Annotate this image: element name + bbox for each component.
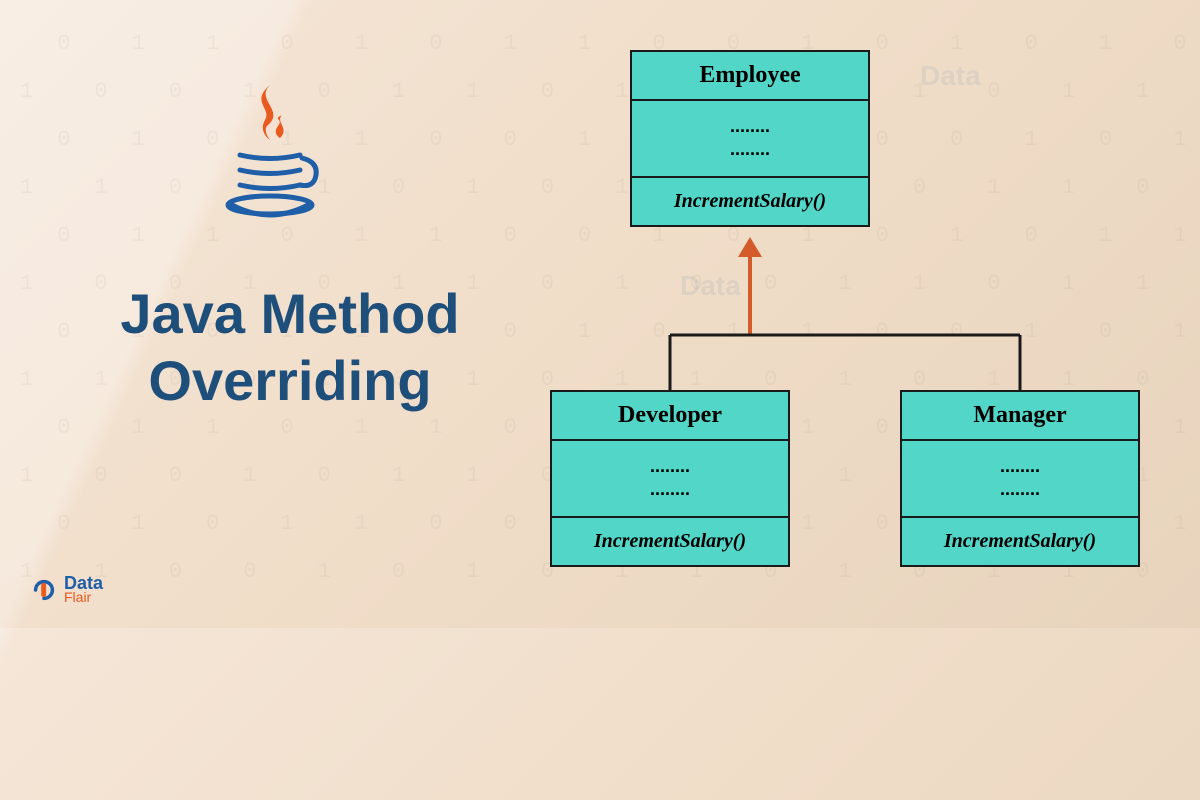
brand-logo: Data Flair — [30, 575, 103, 604]
title-line-1: Java Method — [120, 282, 459, 345]
class-name-manager: Manager — [902, 392, 1138, 441]
class-box-developer: Developer ........ ........ IncrementSal… — [550, 390, 790, 567]
brand-logo-icon — [30, 576, 58, 604]
class-method-developer: IncrementSalary() — [552, 518, 788, 565]
class-body-manager: ........ ........ — [902, 441, 1138, 518]
class-name-developer: Developer — [552, 392, 788, 441]
class-body-developer: ........ ........ — [552, 441, 788, 518]
java-logo-icon — [210, 80, 330, 240]
class-method-employee: IncrementSalary() — [632, 178, 868, 225]
class-box-employee: Employee ........ ........ IncrementSala… — [630, 50, 870, 227]
class-box-manager: Manager ........ ........ IncrementSalar… — [900, 390, 1140, 567]
brand-logo-text: Data Flair — [64, 575, 103, 604]
watermark-dataflair: Data — [920, 60, 981, 92]
class-method-manager: IncrementSalary() — [902, 518, 1138, 565]
watermark-dataflair: Data — [680, 270, 741, 302]
title-line-2: Overriding — [148, 349, 431, 412]
class-body-employee: ........ ........ — [632, 101, 868, 178]
page-title: Java Method Overriding — [60, 280, 520, 414]
class-name-employee: Employee — [632, 52, 868, 101]
inheritance-connector — [550, 225, 1150, 395]
